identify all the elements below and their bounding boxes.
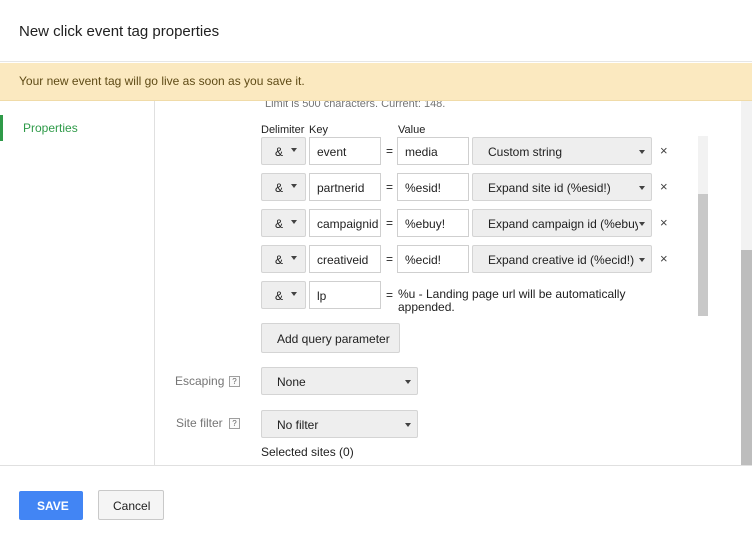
site-filter-value: No filter xyxy=(277,418,319,432)
chevron-down-icon xyxy=(291,292,297,296)
value-text: %ecid! xyxy=(405,253,442,267)
live-notice-banner: Your new event tag will go live as soon … xyxy=(0,63,752,101)
equals-sign: = xyxy=(386,144,394,158)
equals-sign: = xyxy=(386,180,394,194)
dialog-footer: SAVE Cancel xyxy=(0,465,752,545)
chevron-down-icon xyxy=(405,380,411,384)
value-type-select[interactable]: Custom string xyxy=(472,137,652,165)
delimiter-value: & xyxy=(275,145,284,159)
value-type-label: Expand campaign id (%ebuy!) xyxy=(488,217,638,231)
key-input[interactable]: event xyxy=(309,137,381,165)
dialog-title: New click event tag properties xyxy=(19,23,220,40)
cancel-button-label: Cancel xyxy=(113,499,151,513)
notice-text: Your new event tag will go live as soon … xyxy=(19,74,305,88)
site-filter-select[interactable]: No filter xyxy=(261,410,418,438)
escaping-select[interactable]: None xyxy=(261,367,418,395)
value-text: %ebuy! xyxy=(405,217,446,231)
chevron-down-icon xyxy=(291,184,297,188)
delimiter-value: & xyxy=(275,253,284,267)
key-input[interactable]: campaignid xyxy=(309,209,381,237)
escaping-value: None xyxy=(277,375,306,389)
save-button-label: SAVE xyxy=(37,499,69,513)
key-value: creativeid xyxy=(317,253,369,267)
key-value: campaignid xyxy=(317,217,379,231)
selected-sites-text: Selected sites (0) xyxy=(261,445,354,459)
delimiter-value: & xyxy=(275,217,284,231)
site-filter-label: Site filter xyxy=(176,416,223,430)
chevron-down-icon xyxy=(639,186,645,190)
delimiter-select[interactable]: & xyxy=(261,281,306,309)
equals-sign: = xyxy=(386,252,394,266)
value-text: %esid! xyxy=(405,181,442,195)
chevron-down-icon xyxy=(291,256,297,260)
remove-parameter-icon[interactable]: × xyxy=(660,143,668,158)
chevron-down-icon xyxy=(639,150,645,154)
escaping-label: Escaping xyxy=(175,374,225,388)
delimiter-select[interactable]: & xyxy=(261,245,306,273)
chevron-down-icon xyxy=(639,258,645,262)
delimiter-value: & xyxy=(275,289,284,303)
value-header: Value xyxy=(398,124,426,136)
value-type-label: Expand creative id (%ecid!) xyxy=(488,253,635,267)
landing-page-note: %u - Landing page url will be automatica… xyxy=(398,287,626,314)
character-limit-text: Limit is 500 characters. Current: 148. xyxy=(265,101,446,110)
cancel-button[interactable]: Cancel xyxy=(98,490,164,520)
key-value: partnerid xyxy=(317,181,365,195)
add-query-parameter-label: Add query parameter xyxy=(277,332,390,346)
key-value: event xyxy=(317,145,347,159)
equals-sign: = xyxy=(386,288,394,302)
nav-item-properties[interactable]: Properties xyxy=(0,115,154,141)
nav-item-label: Properties xyxy=(23,121,78,135)
chevron-down-icon xyxy=(291,148,297,152)
delimiter-select[interactable]: & xyxy=(261,209,306,237)
chevron-down-icon xyxy=(291,220,297,224)
dialog-header: New click event tag properties xyxy=(0,0,752,62)
value-type-label: Expand site id (%esid!) xyxy=(488,181,611,195)
delimiter-select[interactable]: & xyxy=(261,173,306,201)
chevron-down-icon xyxy=(405,423,411,427)
key-input[interactable]: creativeid xyxy=(309,245,381,273)
value-input[interactable]: %esid! xyxy=(397,173,469,201)
value-type-select[interactable]: Expand campaign id (%ebuy!) xyxy=(472,209,652,237)
help-icon[interactable]: ? xyxy=(229,418,240,429)
remove-parameter-icon[interactable]: × xyxy=(660,179,668,194)
value-text: media xyxy=(405,145,438,159)
save-button[interactable]: SAVE xyxy=(19,491,83,520)
remove-parameter-icon[interactable]: × xyxy=(660,251,668,266)
params-scrollbar-thumb[interactable] xyxy=(698,194,708,316)
value-type-select[interactable]: Expand creative id (%ecid!) xyxy=(472,245,652,273)
value-type-label: Custom string xyxy=(488,145,563,159)
value-type-select[interactable]: Expand site id (%esid!) xyxy=(472,173,652,201)
value-input[interactable]: %ecid! xyxy=(397,245,469,273)
delimiter-header: Delimiter xyxy=(261,124,305,136)
key-header: Key xyxy=(309,124,328,136)
chevron-down-icon xyxy=(639,222,645,226)
properties-panel: Limit is 500 characters. Current: 148. D… xyxy=(155,101,752,465)
help-icon[interactable]: ? xyxy=(229,376,240,387)
key-input[interactable]: lp xyxy=(309,281,381,309)
value-input[interactable]: media xyxy=(397,137,469,165)
equals-sign: = xyxy=(386,216,394,230)
key-input[interactable]: partnerid xyxy=(309,173,381,201)
remove-parameter-icon[interactable]: × xyxy=(660,215,668,230)
value-input[interactable]: %ebuy! xyxy=(397,209,469,237)
delimiter-select[interactable]: & xyxy=(261,137,306,165)
add-query-parameter-button[interactable]: Add query parameter xyxy=(261,323,400,353)
delimiter-value: & xyxy=(275,181,284,195)
left-nav: Properties xyxy=(0,101,155,465)
key-value: lp xyxy=(317,289,327,303)
